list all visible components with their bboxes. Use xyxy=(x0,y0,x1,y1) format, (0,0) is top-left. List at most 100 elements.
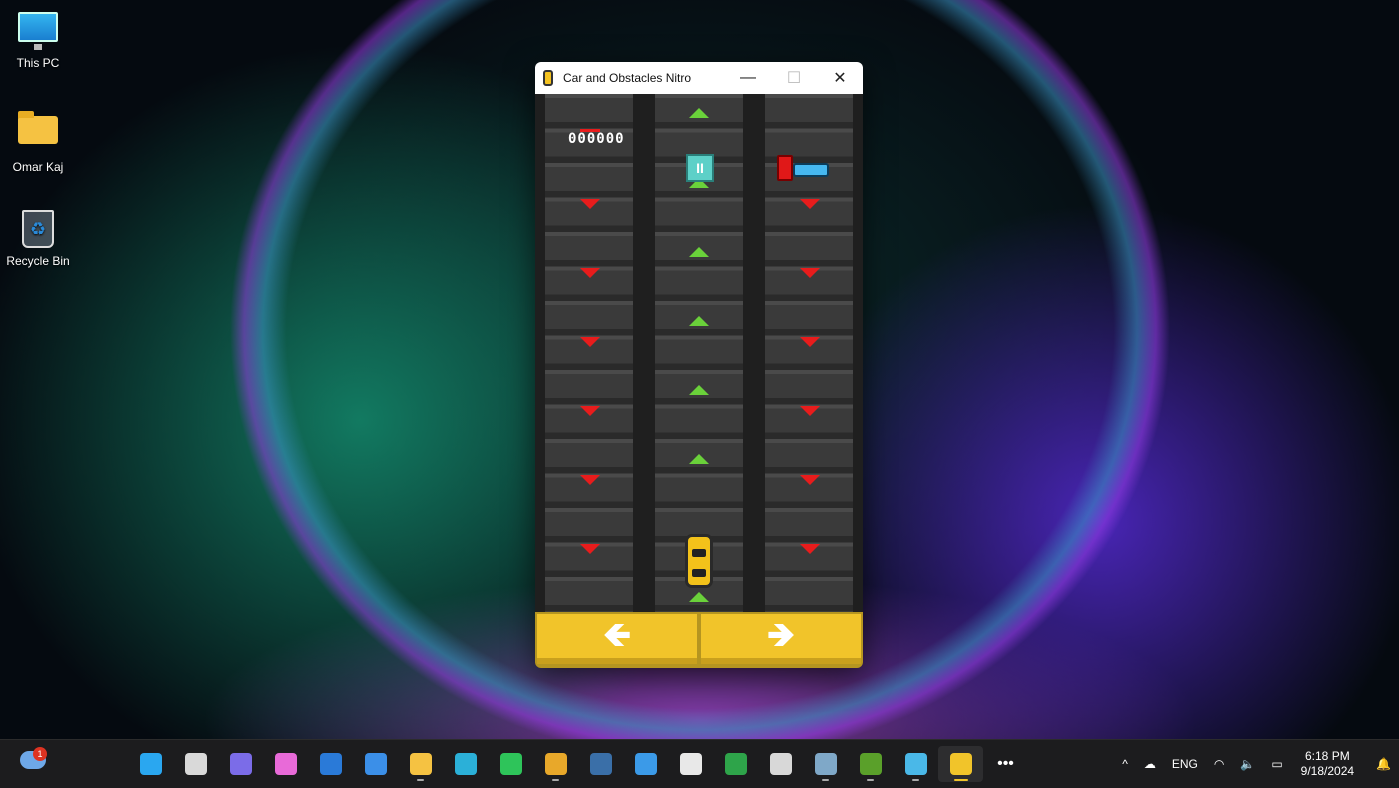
notifications-bell-icon[interactable]: 🔔 xyxy=(1376,757,1391,771)
down-arrow-icon xyxy=(800,337,820,347)
clock-time: 6:18 PM xyxy=(1305,749,1350,763)
up-arrow-icon xyxy=(689,316,709,326)
minimize-button[interactable]: — xyxy=(725,62,771,94)
up-arrow-icon xyxy=(689,108,709,118)
move-left-button[interactable]: 🡸 xyxy=(537,614,697,664)
move-right-button[interactable]: 🡺 xyxy=(701,614,861,664)
desktop-icon-omar-kaj[interactable]: Omar Kaj xyxy=(4,108,72,174)
taskbar-app[interactable] xyxy=(848,746,893,782)
remote-desktop-icon xyxy=(634,753,657,775)
down-arrow-icon xyxy=(580,406,600,416)
recycle-bin-icon: ♻ xyxy=(18,210,58,250)
fuel-gauge xyxy=(793,163,829,177)
taskbar-app[interactable] xyxy=(263,746,308,782)
task-view-icon xyxy=(184,753,207,775)
taskbar-app[interactable] xyxy=(668,746,713,782)
desktop-icon-this-pc[interactable]: This PC xyxy=(4,8,72,70)
desktop-icon-label: Recycle Bin xyxy=(6,254,70,268)
game-canvas[interactable]: 000000 II xyxy=(535,94,863,612)
taskbar-app[interactable] xyxy=(758,746,803,782)
whatsapp-icon xyxy=(499,753,522,775)
game-window: Car and Obstacles Nitro — ☐ ✕ 000000 II xyxy=(535,62,863,668)
taskbar-app[interactable] xyxy=(353,746,398,782)
taskbar-app[interactable] xyxy=(398,746,443,782)
down-arrow-icon xyxy=(800,475,820,485)
down-arrow-icon xyxy=(580,199,600,209)
player-car xyxy=(685,534,713,588)
up-arrow-icon xyxy=(689,385,709,395)
taskbar-app[interactable] xyxy=(578,746,623,782)
system-tray: ^ ☁ ENG ◠ 🔈 ▭ 6:18 PM 9/18/2024 🔔 xyxy=(1114,740,1399,788)
up-arrow-icon xyxy=(689,592,709,602)
clock-date: 9/18/2024 xyxy=(1300,764,1355,778)
language-indicator[interactable]: ENG xyxy=(1172,757,1198,771)
up-arrow-icon xyxy=(689,247,709,257)
taskbar-app[interactable] xyxy=(443,746,488,782)
taskbar-app[interactable] xyxy=(173,746,218,782)
game-pass-icon xyxy=(724,753,747,775)
taskbar: 1 ••• ^ ☁ ENG ◠ 🔈 ▭ 6:18 PM 9/18/2024 🔔 xyxy=(0,739,1399,788)
controls-bar: 🡸 🡺 xyxy=(535,612,863,668)
taskbar-app[interactable] xyxy=(218,746,263,782)
dreamweaver-icon xyxy=(859,753,882,775)
battery-icon[interactable]: ▭ xyxy=(1271,757,1282,771)
running-indicator xyxy=(552,779,559,781)
fuel-can-icon xyxy=(777,155,793,181)
notification-badge: 1 xyxy=(33,747,47,761)
window-titlebar[interactable]: Car and Obstacles Nitro — ☐ ✕ xyxy=(535,62,863,94)
wifi-icon[interactable]: ◠ xyxy=(1214,757,1224,771)
start-button-icon xyxy=(139,753,162,775)
taskbar-app[interactable] xyxy=(938,746,983,782)
pause-button[interactable]: II xyxy=(686,154,714,182)
todo-icon xyxy=(364,753,387,775)
taskbar-overflow-button[interactable]: ••• xyxy=(983,746,1028,782)
down-arrow-icon xyxy=(580,268,600,278)
down-arrow-icon xyxy=(580,337,600,347)
clock[interactable]: 6:18 PM 9/18/2024 xyxy=(1301,749,1354,779)
taskbar-app[interactable] xyxy=(308,746,353,782)
running-indicator xyxy=(912,779,919,781)
down-arrow-icon xyxy=(800,544,820,554)
taskbar-app[interactable] xyxy=(803,746,848,782)
down-arrow-icon xyxy=(580,544,600,554)
taskbar-app[interactable] xyxy=(623,746,668,782)
down-arrow-icon xyxy=(800,199,820,209)
down-arrow-icon xyxy=(580,475,600,485)
taskbar-app[interactable] xyxy=(533,746,578,782)
taskbar-app[interactable] xyxy=(128,746,173,782)
car-game-icon xyxy=(949,753,972,775)
teams-icon xyxy=(229,753,252,775)
maximize-button[interactable]: ☐ xyxy=(771,62,817,94)
down-arrow-icon xyxy=(800,268,820,278)
up-arrow-icon xyxy=(689,454,709,464)
chrome-icon xyxy=(544,753,567,775)
score-counter: 000000 xyxy=(568,131,625,147)
taskbar-app[interactable] xyxy=(713,746,758,782)
onedrive-icon[interactable]: ☁ xyxy=(1144,757,1156,771)
close-button[interactable]: ✕ xyxy=(817,62,863,94)
keyboard-app-icon xyxy=(814,753,837,775)
show-hidden-icons-button[interactable]: ^ xyxy=(1122,757,1128,771)
running-indicator xyxy=(417,779,424,781)
monitor-icon xyxy=(18,12,58,52)
notepad-icon xyxy=(904,753,927,775)
road-lane-left xyxy=(545,94,633,612)
copilot-icon xyxy=(274,753,297,775)
car-app-icon xyxy=(543,70,553,86)
taskbar-app[interactable] xyxy=(488,746,533,782)
taskbar-apps: ••• xyxy=(128,746,1028,782)
running-indicator xyxy=(867,779,874,781)
desktop-icon-recycle-bin[interactable]: ♻ Recycle Bin xyxy=(4,208,72,268)
settings-ring-icon xyxy=(769,753,792,775)
desktop-icon-label: Omar Kaj xyxy=(12,160,64,174)
steam-icon xyxy=(589,753,612,775)
running-indicator xyxy=(822,779,829,781)
outlook-icon xyxy=(319,753,342,775)
volume-icon[interactable]: 🔈 xyxy=(1240,757,1255,771)
window-title: Car and Obstacles Nitro xyxy=(563,71,692,85)
running-indicator xyxy=(954,779,968,781)
taskbar-app[interactable] xyxy=(893,746,938,782)
store-icon xyxy=(679,753,702,775)
edge-icon xyxy=(454,753,477,775)
file-explorer-icon xyxy=(409,753,432,775)
